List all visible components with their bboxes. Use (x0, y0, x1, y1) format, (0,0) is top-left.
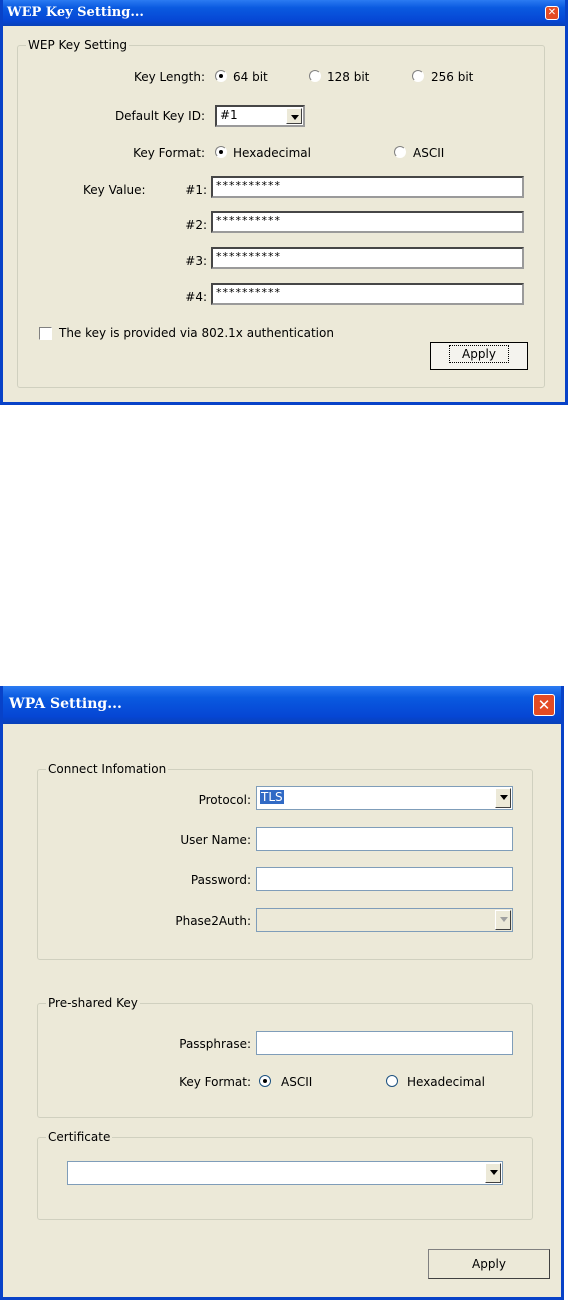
chevron-down-icon[interactable] (495, 910, 511, 930)
key-format-hex-radio[interactable] (215, 146, 227, 158)
key-format-hex-label: Hexadecimal (407, 1075, 485, 1089)
key-value-label: Key Value: (83, 183, 146, 197)
key-format-ascii-label: ASCII (281, 1075, 313, 1089)
default-key-id-label: Default Key ID: (114, 109, 205, 123)
protocol-select[interactable]: TLS (256, 786, 513, 810)
key-3-id: #3: (185, 254, 207, 268)
protocol-value: TLS (260, 790, 284, 804)
wep-apply-label: Apply (449, 345, 509, 363)
wpa-window-title: WPA Setting... (9, 696, 122, 712)
key-format-hex-radio[interactable] (386, 1075, 398, 1087)
certificate-select[interactable] (67, 1161, 503, 1185)
username-input[interactable] (256, 827, 513, 851)
default-key-id-value: #1 (220, 108, 238, 122)
close-icon[interactable]: ✕ (545, 6, 559, 20)
chevron-down-icon[interactable] (485, 1163, 501, 1183)
wep-window-title: WEP Key Setting... (7, 5, 144, 20)
8021x-checkbox[interactable] (39, 327, 52, 340)
wep-group-label: WEP Key Setting (28, 38, 128, 52)
wpa-title-bar[interactable]: WPA Setting... ✕ (3, 686, 561, 724)
chevron-down-icon[interactable] (495, 788, 511, 808)
wep-apply-button[interactable]: Apply (430, 342, 528, 370)
wep-key-format-label: Key Format: (133, 146, 205, 160)
protocol-label: Protocol: (198, 793, 251, 807)
key-length-128-label: 128 bit (327, 70, 370, 84)
key-format-hex-label: Hexadecimal (233, 146, 311, 160)
wpa-key-format-label: Key Format: (179, 1075, 251, 1089)
key-1-input[interactable]: ********** (211, 176, 524, 198)
key-1-id: #1: (185, 183, 207, 197)
key-length-128-radio[interactable] (309, 70, 321, 82)
key-length-64-label: 64 bit (233, 70, 268, 84)
key-length-label: Key Length: (133, 70, 205, 84)
key-format-ascii-radio[interactable] (394, 146, 406, 158)
wep-title-bar[interactable]: WEP Key Setting... ✕ (3, 0, 565, 26)
wep-key-setting-window: WEP Key Setting... ✕ WEP Key Setting Key… (0, 0, 568, 405)
pre-shared-key-group: Pre-shared Key (37, 996, 533, 1118)
username-label: User Name: (180, 833, 251, 847)
default-key-id-select[interactable]: #1 (215, 105, 305, 127)
key-format-ascii-radio[interactable] (259, 1075, 271, 1087)
wpa-setting-window: WPA Setting... ✕ Connect Infomation Prot… (0, 686, 564, 1300)
key-length-256-radio[interactable] (412, 70, 424, 82)
8021x-checkbox-label: The key is provided via 802.1x authentic… (59, 326, 334, 340)
key-format-ascii-label: ASCII (413, 146, 445, 160)
pre-shared-key-label: Pre-shared Key (48, 996, 138, 1010)
chevron-down-icon[interactable] (286, 108, 302, 124)
wpa-apply-label: Apply (472, 1257, 506, 1271)
password-field[interactable] (256, 867, 513, 891)
wpa-apply-button[interactable]: Apply (428, 1249, 550, 1279)
key-4-id: #4: (185, 290, 207, 304)
certificate-label: Certificate (48, 1130, 111, 1144)
password-label: Password: (190, 873, 251, 887)
connect-info-label: Connect Infomation (48, 762, 167, 776)
key-length-256-label: 256 bit (431, 70, 474, 84)
phase2auth-label: Phase2Auth: (175, 914, 251, 928)
passphrase-input[interactable] (256, 1031, 513, 1055)
key-2-input[interactable]: ********** (211, 211, 524, 233)
key-length-64-radio[interactable] (215, 70, 227, 82)
key-2-id: #2: (185, 218, 207, 232)
phase2auth-select[interactable] (256, 908, 513, 932)
close-icon[interactable]: ✕ (533, 694, 555, 716)
passphrase-label: Passphrase: (179, 1037, 251, 1051)
key-4-input[interactable]: ********** (211, 283, 524, 305)
key-3-input[interactable]: ********** (211, 247, 524, 269)
